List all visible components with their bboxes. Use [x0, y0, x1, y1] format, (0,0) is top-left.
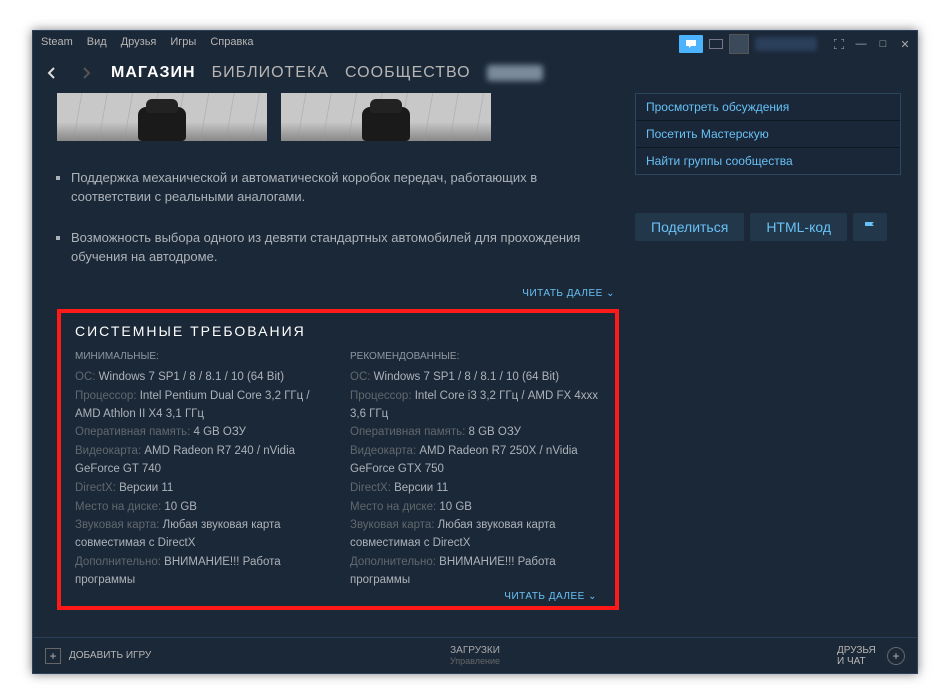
share-button[interactable]: Поделиться: [635, 213, 744, 241]
side-column: Просмотреть обсуждения Посетить Мастерск…: [635, 93, 901, 633]
feature-list: Поддержка механической и автоматической …: [57, 169, 619, 266]
bottom-bar: + ДОБАВИТЬ ИГРУ ЗАГРУЗКИ Управление ДРУЗ…: [33, 637, 917, 673]
menu-steam[interactable]: Steam: [41, 36, 73, 48]
nav-profile-blurred[interactable]: [487, 65, 543, 81]
req-label: Процессор:: [75, 390, 137, 402]
req-value: 10 GB: [439, 501, 472, 513]
sysreq-title: СИСТЕМНЫЕ ТРЕБОВАНИЯ: [75, 323, 601, 339]
main-column: Поддержка механической и автоматической …: [57, 93, 619, 633]
fullscreen-icon[interactable]: [833, 38, 845, 50]
req-label: Дополнительно:: [350, 556, 436, 568]
req-value: Windows 7 SP1 / 8 / 8.1 / 10 (64 Bit): [99, 371, 284, 383]
nav-library[interactable]: БИБЛИОТЕКА: [212, 64, 329, 82]
sysreq-recommended: РЕКОМЕНДОВАННЫЕ: ОС: Windows 7 SP1 / 8 /…: [350, 349, 601, 590]
messages-button[interactable]: [679, 35, 703, 53]
link-discussions[interactable]: Просмотреть обсуждения: [636, 94, 900, 121]
window-controls: — □ ✕: [833, 38, 911, 50]
nav-community[interactable]: СООБЩЕСТВО: [345, 64, 471, 82]
req-value: Версии 11: [394, 482, 448, 494]
inbox-icon[interactable]: [709, 39, 723, 49]
menu-games[interactable]: Игры: [170, 36, 196, 48]
req-label: DirectX:: [75, 482, 116, 494]
screenshot-2[interactable]: [281, 93, 491, 141]
report-button[interactable]: [853, 213, 887, 241]
maximize-icon[interactable]: □: [877, 38, 889, 50]
steam-client-window: Steam Вид Друзья Игры Справка — □ ✕ МАГА…: [32, 30, 918, 674]
req-label: DirectX:: [350, 482, 391, 494]
req-value: 4 GB ОЗУ: [194, 426, 246, 438]
menu-view[interactable]: Вид: [87, 36, 107, 48]
html-code-button[interactable]: HTML-код: [750, 213, 847, 241]
sysreq-minimum: МИНИМАЛЬНЫЕ: ОС: Windows 7 SP1 / 8 / 8.1…: [75, 349, 326, 590]
downloads-status[interactable]: ЗАГРУЗКИ Управление: [450, 645, 500, 666]
req-label: Дополнительно:: [75, 556, 161, 568]
req-label: Видеокарта:: [350, 445, 416, 457]
username[interactable]: [755, 37, 817, 51]
req-value: Windows 7 SP1 / 8 / 8.1 / 10 (64 Bit): [374, 371, 559, 383]
req-value: 10 GB: [164, 501, 197, 513]
req-label: Оперативная память:: [75, 426, 190, 438]
close-icon[interactable]: ✕: [899, 38, 911, 50]
user-avatar[interactable]: [729, 34, 749, 54]
rec-header: РЕКОМЕНДОВАННЫЕ:: [350, 349, 601, 365]
community-links: Просмотреть обсуждения Посетить Мастерск…: [635, 93, 901, 175]
req-label: ОС:: [350, 371, 370, 383]
req-label: Звуковая карта:: [75, 519, 159, 531]
nav-store[interactable]: МАГАЗИН: [111, 64, 196, 82]
add-game-icon[interactable]: +: [45, 648, 61, 664]
menu-friends[interactable]: Друзья: [121, 36, 157, 48]
system-requirements-box: СИСТЕМНЫЕ ТРЕБОВАНИЯ МИНИМАЛЬНЫЕ: ОС: Wi…: [57, 309, 619, 609]
min-header: МИНИМАЛЬНЫЕ:: [75, 349, 326, 365]
req-label: Место на диске:: [350, 501, 436, 513]
menu-help[interactable]: Справка: [210, 36, 253, 48]
read-more-link[interactable]: ЧИТАТЬ ДАЛЕЕ: [57, 288, 619, 299]
top-nav: МАГАЗИН БИБЛИОТЕКА СООБЩЕСТВО: [33, 53, 917, 93]
friends-chat-icon[interactable]: +: [887, 647, 905, 665]
feature-item: Возможность выбора одного из девяти стан…: [71, 229, 619, 267]
req-label: Звуковая карта:: [350, 519, 434, 531]
req-label: Процессор:: [350, 390, 412, 402]
nav-back-button[interactable]: [43, 64, 61, 82]
manage-label: Управление: [450, 656, 500, 666]
screenshot-row: [57, 93, 619, 141]
req-label: Оперативная память:: [350, 426, 465, 438]
read-more-sysreq[interactable]: ЧИТАТЬ ДАЛЕЕ: [75, 591, 601, 602]
req-value: Версии 11: [119, 482, 173, 494]
link-groups[interactable]: Найти группы сообщества: [636, 148, 900, 174]
feature-item: Поддержка механической и автоматической …: [71, 169, 619, 207]
minimize-icon[interactable]: —: [855, 38, 867, 50]
nav-forward-button[interactable]: [77, 64, 95, 82]
add-game-label[interactable]: ДОБАВИТЬ ИГРУ: [69, 650, 151, 661]
friends-chat-label[interactable]: ДРУЗЬЯ И ЧАТ: [837, 645, 879, 667]
req-label: Видеокарта:: [75, 445, 141, 457]
req-label: ОС:: [75, 371, 95, 383]
req-label: Место на диске:: [75, 501, 161, 513]
req-value: 8 GB ОЗУ: [469, 426, 521, 438]
link-workshop[interactable]: Посетить Мастерскую: [636, 121, 900, 148]
downloads-label: ЗАГРУЗКИ: [450, 645, 500, 656]
screenshot-1[interactable]: [57, 93, 267, 141]
menubar: Steam Вид Друзья Игры Справка — □ ✕: [33, 31, 917, 53]
